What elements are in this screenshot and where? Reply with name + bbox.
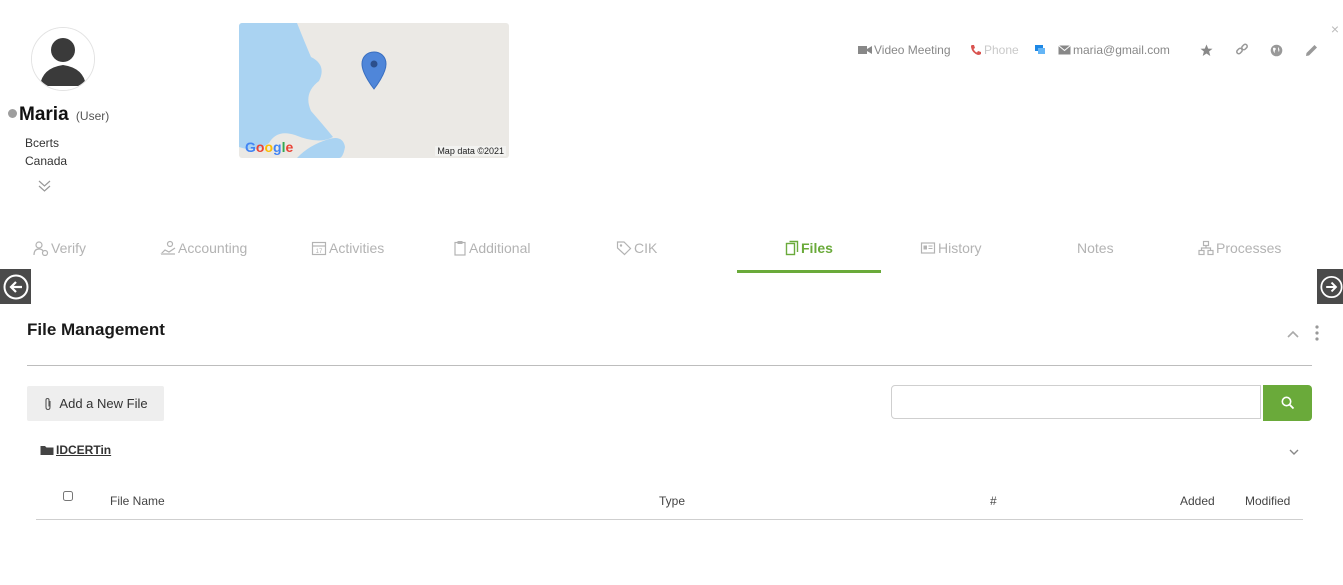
previous-button[interactable] <box>0 269 31 304</box>
tab-label: Activities <box>329 240 385 256</box>
accounting-icon <box>160 240 176 255</box>
table-header-divider <box>36 519 1303 520</box>
select-all-checkbox[interactable] <box>63 491 73 501</box>
clipboard-icon <box>454 241 466 256</box>
section-divider <box>27 365 1312 366</box>
video-meeting-label: Video Meeting <box>874 43 951 57</box>
tab-notes[interactable]: Notes <box>1077 238 1114 258</box>
folder-name: IDCERTin <box>56 443 112 457</box>
verify-icon <box>33 241 49 256</box>
calendar-icon: 17 <box>311 241 327 256</box>
link-button[interactable] <box>1235 41 1251 59</box>
active-tab-indicator <box>737 270 881 273</box>
tab-accounting[interactable]: Accounting <box>160 238 247 258</box>
section-title: File Management <box>27 320 165 339</box>
profile-role: (User) <box>75 109 110 123</box>
add-new-file-label: Add a New File <box>59 396 148 411</box>
column-header-added[interactable]: Added <box>1180 494 1215 508</box>
folder-icon <box>40 446 54 455</box>
tab-cik[interactable]: CIK <box>616 238 657 258</box>
email-label: maria@gmail.com <box>1073 43 1170 57</box>
location-map[interactable]: Google Map data ©2021 <box>239 23 509 158</box>
tab-label: Accounting <box>178 240 248 256</box>
column-header-modified[interactable]: Modified <box>1245 494 1290 508</box>
column-header-count[interactable]: # <box>990 494 997 508</box>
search-input[interactable] <box>891 385 1261 419</box>
paperclip-icon <box>45 397 51 410</box>
favorite-button[interactable] <box>1200 41 1215 59</box>
chat-link[interactable] <box>1034 41 1048 59</box>
tag-icon <box>616 241 632 256</box>
tab-label: CIK <box>634 240 658 256</box>
map-logo: Google <box>245 139 294 155</box>
profile-name: Maria (User) <box>19 104 109 126</box>
edit-button[interactable] <box>1305 41 1320 59</box>
avatar <box>31 27 95 91</box>
close-icon[interactable]: × <box>1331 21 1339 37</box>
tab-label: History <box>938 240 982 256</box>
tab-activities[interactable]: 17 Activities <box>311 238 384 258</box>
map-credit: Map data ©2021 <box>435 146 506 156</box>
website-button[interactable] <box>1270 41 1285 59</box>
envelope-icon <box>1058 45 1071 55</box>
search-button[interactable] <box>1263 385 1312 421</box>
chevron-down-icon[interactable] <box>1288 445 1300 457</box>
svg-text:17: 17 <box>316 249 323 255</box>
phone-link[interactable]: Phone <box>970 41 1019 59</box>
column-header-file-name[interactable]: File Name <box>110 494 165 508</box>
add-new-file-button[interactable]: Add a New File <box>27 386 164 421</box>
tab-label: Processes <box>1216 240 1282 256</box>
tab-additional[interactable]: Additional <box>453 238 531 258</box>
profile-company: Bcerts <box>25 136 60 150</box>
tab-label: Verify <box>51 240 87 256</box>
phone-icon <box>971 45 981 55</box>
tab-history[interactable]: History <box>920 238 982 258</box>
files-icon <box>785 240 799 256</box>
link-icon <box>1236 43 1248 55</box>
chat-icon <box>1035 45 1045 54</box>
profile-country: Canada <box>25 154 68 168</box>
email-link[interactable]: maria@gmail.com <box>1058 41 1170 59</box>
next-button[interactable] <box>1317 269 1343 304</box>
globe-icon <box>1270 44 1283 56</box>
arrow-right-circle-icon <box>1320 275 1343 298</box>
tab-verify[interactable]: Verify <box>33 238 86 258</box>
status-indicator <box>8 109 17 118</box>
video-meeting-link[interactable]: Video Meeting <box>858 41 951 59</box>
chevron-up-icon[interactable] <box>1286 327 1300 341</box>
more-options-icon[interactable] <box>1311 324 1323 342</box>
tab-label: Additional <box>469 240 531 256</box>
folder-link[interactable]: IDCERTin <box>40 443 111 457</box>
expand-details-icon[interactable] <box>37 178 52 194</box>
tab-processes[interactable]: Processes <box>1198 238 1281 258</box>
profile-name-text: Maria <box>19 104 69 125</box>
star-icon <box>1200 44 1213 56</box>
processes-icon <box>1198 240 1214 256</box>
column-header-type[interactable]: Type <box>659 494 685 508</box>
arrow-left-circle-icon <box>3 274 28 299</box>
tab-label: Notes <box>1077 240 1114 256</box>
search-icon <box>1281 396 1294 410</box>
tab-label: Files <box>801 240 833 256</box>
video-camera-icon <box>858 46 872 54</box>
history-icon <box>920 242 936 254</box>
tab-files[interactable]: Files <box>785 238 833 258</box>
phone-label: Phone <box>984 43 1019 57</box>
pencil-icon <box>1306 44 1317 56</box>
